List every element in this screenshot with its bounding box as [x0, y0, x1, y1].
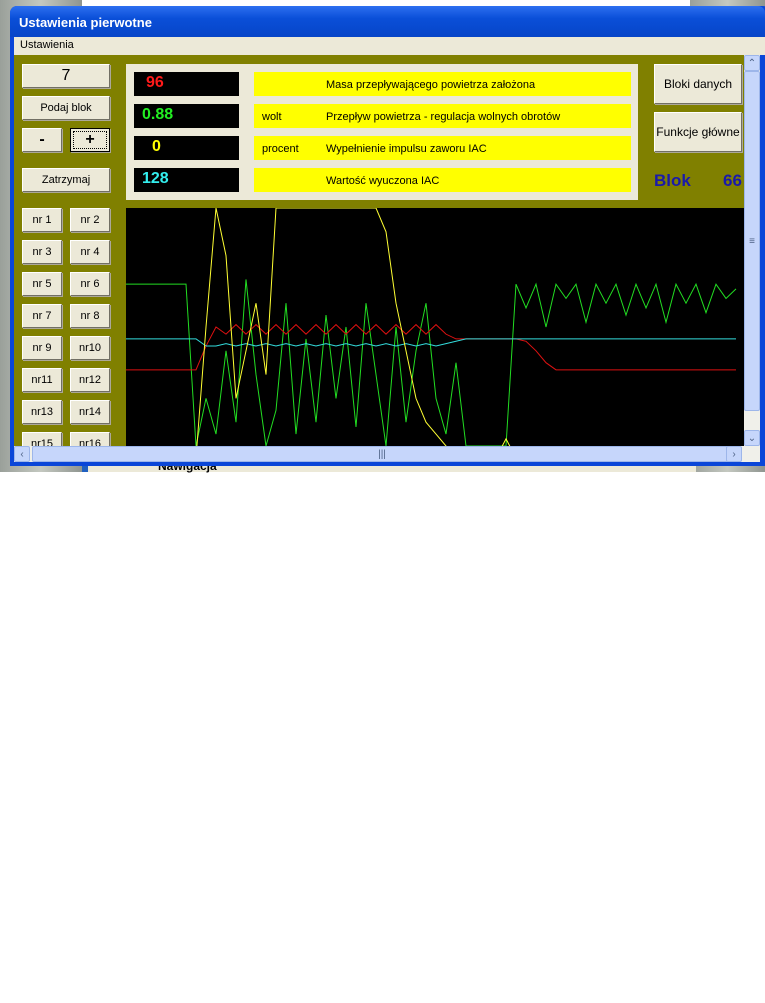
nr-button[interactable]: nr14: [70, 400, 110, 424]
unit: procent: [262, 143, 299, 155]
nr-button[interactable]: nr15: [22, 432, 62, 446]
readout-label-1: Masa przepływającego powietrza założona: [254, 72, 631, 96]
menu-ustawienia[interactable]: Ustawienia: [20, 39, 74, 51]
stop-button[interactable]: Zatrzymaj: [22, 168, 110, 192]
nr-button[interactable]: nr16: [70, 432, 110, 446]
nr-button[interactable]: nr 2: [70, 208, 110, 232]
scroll-down-icon[interactable]: ⌄: [744, 430, 760, 446]
description: Masa przepływającego powietrza założona: [326, 79, 536, 91]
readout-value-3: 0: [134, 136, 239, 160]
main-functions-button[interactable]: Funkcje główne: [654, 112, 742, 152]
nr-button[interactable]: nr 1: [22, 208, 62, 232]
value-text: 0: [152, 138, 161, 155]
description: Wartość wyuczona IAC: [326, 175, 440, 187]
unit: wolt: [262, 111, 282, 123]
readout-label-3: procent Wypełnienie impulsu zaworu IAC: [254, 136, 631, 160]
nr-button[interactable]: nr 3: [22, 240, 62, 264]
nr-button[interactable]: nr12: [70, 368, 110, 392]
get-block-button[interactable]: Podaj blok: [22, 96, 110, 120]
series-green-line: [126, 279, 737, 446]
vertical-scroll-thumb[interactable]: ≡: [744, 71, 760, 411]
live-graph: [126, 208, 744, 446]
nr-button[interactable]: nr10: [70, 336, 110, 360]
nr-button[interactable]: nr 9: [22, 336, 62, 360]
block-label: Blok: [654, 171, 691, 190]
title-bar[interactable]: Ustawienia pierwotne: [10, 6, 765, 37]
plus-button[interactable]: +: [70, 128, 110, 152]
nr-button[interactable]: nr11: [22, 368, 62, 392]
description: Przepływ powietrza - regulacja wolnych o…: [326, 111, 561, 123]
readout-label-4: Wartość wyuczona IAC: [254, 168, 631, 192]
minus-button[interactable]: -: [22, 128, 62, 152]
nr-button[interactable]: nr13: [22, 400, 62, 424]
value-text: 96: [146, 74, 164, 91]
block-number-display: 7: [22, 64, 110, 88]
value-text: 0.88: [142, 106, 174, 123]
window-title: Ustawienia pierwotne: [19, 15, 152, 30]
readout-label-2: wolt Przepływ powietrza - regulacja wolny…: [254, 104, 631, 128]
readout-value-1: 96: [134, 72, 239, 96]
menu-bar: Ustawienia: [14, 37, 765, 55]
series-cyan-line: [126, 338, 736, 347]
nr-button[interactable]: nr 5: [22, 272, 62, 296]
scroll-left-icon[interactable]: ‹: [14, 446, 30, 462]
series-yellow-line: [196, 208, 511, 446]
readout-panel: 96 0.88 0 128 Masa przepływającego powie…: [126, 64, 638, 200]
nr-button[interactable]: nr 8: [70, 304, 110, 328]
nr-button[interactable]: nr 6: [70, 272, 110, 296]
readout-value-4: 128: [134, 168, 239, 192]
horizontal-scroll-thumb[interactable]: |||: [32, 446, 732, 462]
client-area: 7 Podaj blok - + Zatrzymaj nr 1 nr 2 nr 3 n…: [14, 55, 744, 446]
block-value: 66: [723, 171, 742, 190]
nr-button[interactable]: nr 7: [22, 304, 62, 328]
value-text: 128: [142, 170, 169, 187]
description: Wypełnienie impulsu zaworu IAC: [326, 143, 487, 155]
scroll-right-icon[interactable]: ›: [726, 446, 742, 462]
nr-button[interactable]: nr 4: [70, 240, 110, 264]
horizontal-scrollbar[interactable]: ‹ ||| ›: [14, 446, 760, 462]
data-blocks-button[interactable]: Bloki danych: [654, 64, 742, 104]
readout-value-2: 0.88: [134, 104, 239, 128]
vertical-scrollbar[interactable]: ⌃ ≡ ⌄: [744, 55, 760, 446]
scroll-up-icon[interactable]: ⌃: [744, 55, 760, 71]
